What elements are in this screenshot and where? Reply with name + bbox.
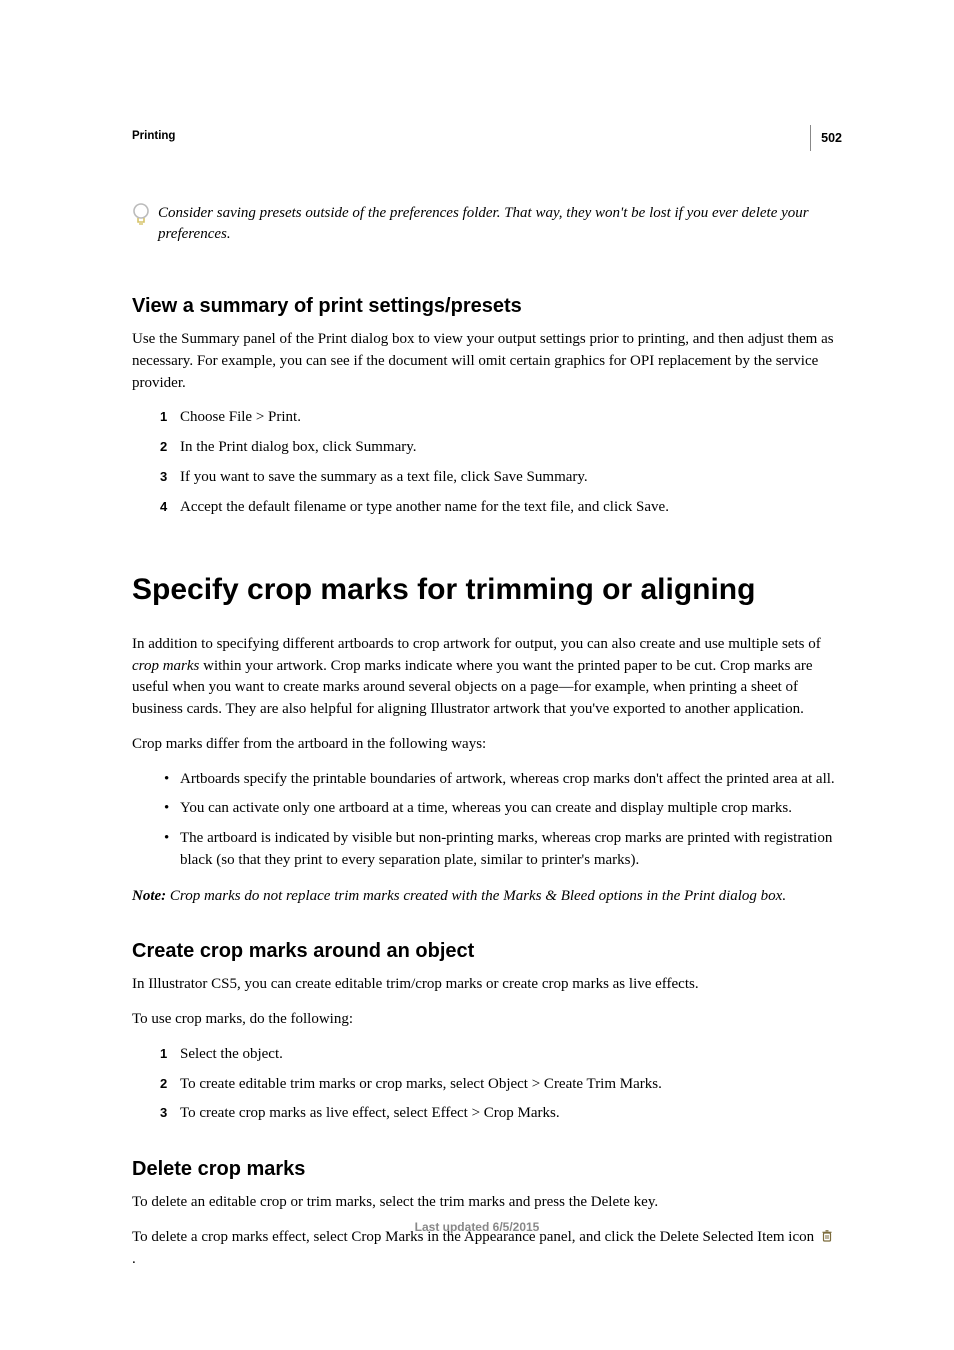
list-number: 4 — [160, 498, 167, 517]
note: Note: Crop marks do not replace trim mar… — [132, 886, 842, 908]
paragraph: In Illustrator CS5, you can create edita… — [132, 974, 842, 996]
list-item: 3 If you want to save the summary as a te… — [132, 467, 842, 489]
heading-delete-crop-marks: Delete crop marks — [132, 1155, 842, 1184]
list-text: To create editable trim marks or crop ma… — [180, 1076, 662, 1092]
footer-last-updated: Last updated 6/5/2015 — [0, 1219, 954, 1236]
list-text: To create crop marks as live effect, sel… — [180, 1105, 560, 1121]
emphasis: crop marks — [132, 658, 199, 674]
text: In addition to specifying different artb… — [132, 636, 821, 652]
list-text: Artboards specify the printable boundari… — [180, 771, 835, 787]
list-text: If you want to save the summary as a tex… — [180, 469, 588, 485]
list-text: Accept the default filename or type anot… — [180, 499, 669, 515]
list-text: Choose File > Print. — [180, 409, 301, 425]
list-number: 1 — [160, 1045, 167, 1064]
section-view-summary: View a summary of print settings/presets… — [132, 292, 842, 518]
text: within your artwork. Crop marks indicate… — [132, 658, 813, 718]
ordered-list: 1 Choose File > Print. 2 In the Print dial… — [132, 407, 842, 518]
list-number: 2 — [160, 438, 167, 457]
section-create-crop-marks: Create crop marks around an object In Il… — [132, 937, 842, 1125]
paragraph: Use the Summary panel of the Print dialo… — [132, 329, 842, 394]
note-label: Note: — [132, 888, 170, 904]
list-item: The artboard is indicated by visible but… — [132, 828, 842, 872]
list-item: Artboards specify the printable boundari… — [132, 769, 842, 791]
heading-create-crop-marks: Create crop marks around an object — [132, 937, 842, 966]
tip-block: Consider saving presets outside of the p… — [132, 203, 842, 247]
bullet-list: Artboards specify the printable boundari… — [132, 769, 842, 872]
list-text: The artboard is indicated by visible but… — [180, 830, 832, 868]
list-number: 3 — [160, 468, 167, 487]
list-number: 3 — [160, 1104, 167, 1123]
list-text: In the Print dialog box, click Summary. — [180, 439, 417, 455]
list-number: 1 — [160, 408, 167, 427]
list-item: You can activate only one artboard at a … — [132, 798, 842, 820]
list-item: 3 To create crop marks as live effect, se… — [132, 1103, 842, 1125]
heading-specify-crop-marks: Specify crop marks for trimming or align… — [132, 568, 842, 612]
ordered-list: 1 Select the object. 2 To create editable … — [132, 1044, 842, 1125]
heading-view-summary: View a summary of print settings/presets — [132, 292, 842, 321]
paragraph: To use crop marks, do the following: — [132, 1009, 842, 1031]
list-item: 1 Select the object. — [132, 1044, 842, 1066]
list-item: 1 Choose File > Print. — [132, 407, 842, 429]
tip-text: Consider saving presets outside of the p… — [158, 203, 842, 247]
list-text: You can activate only one artboard at a … — [180, 800, 792, 816]
list-item: 2 To create editable trim marks or crop m… — [132, 1074, 842, 1096]
section-label: Printing — [132, 128, 842, 145]
paragraph: In addition to specifying different artb… — [132, 634, 842, 721]
note-text: Crop marks do not replace trim marks cre… — [170, 888, 786, 904]
list-item: 4 Accept the default filename or type ano… — [132, 497, 842, 519]
list-number: 2 — [160, 1075, 167, 1094]
lightbulb-icon — [132, 201, 150, 229]
page-content: Printing Consider saving presets outside… — [0, 0, 954, 1270]
paragraph: Crop marks differ from the artboard in t… — [132, 734, 842, 756]
text: . — [132, 1251, 136, 1267]
section-delete-crop-marks: Delete crop marks To delete an editable … — [132, 1155, 842, 1270]
paragraph: To delete an editable crop or trim marks… — [132, 1192, 842, 1214]
list-item: 2 In the Print dialog box, click Summary. — [132, 437, 842, 459]
list-text: Select the object. — [180, 1046, 283, 1062]
